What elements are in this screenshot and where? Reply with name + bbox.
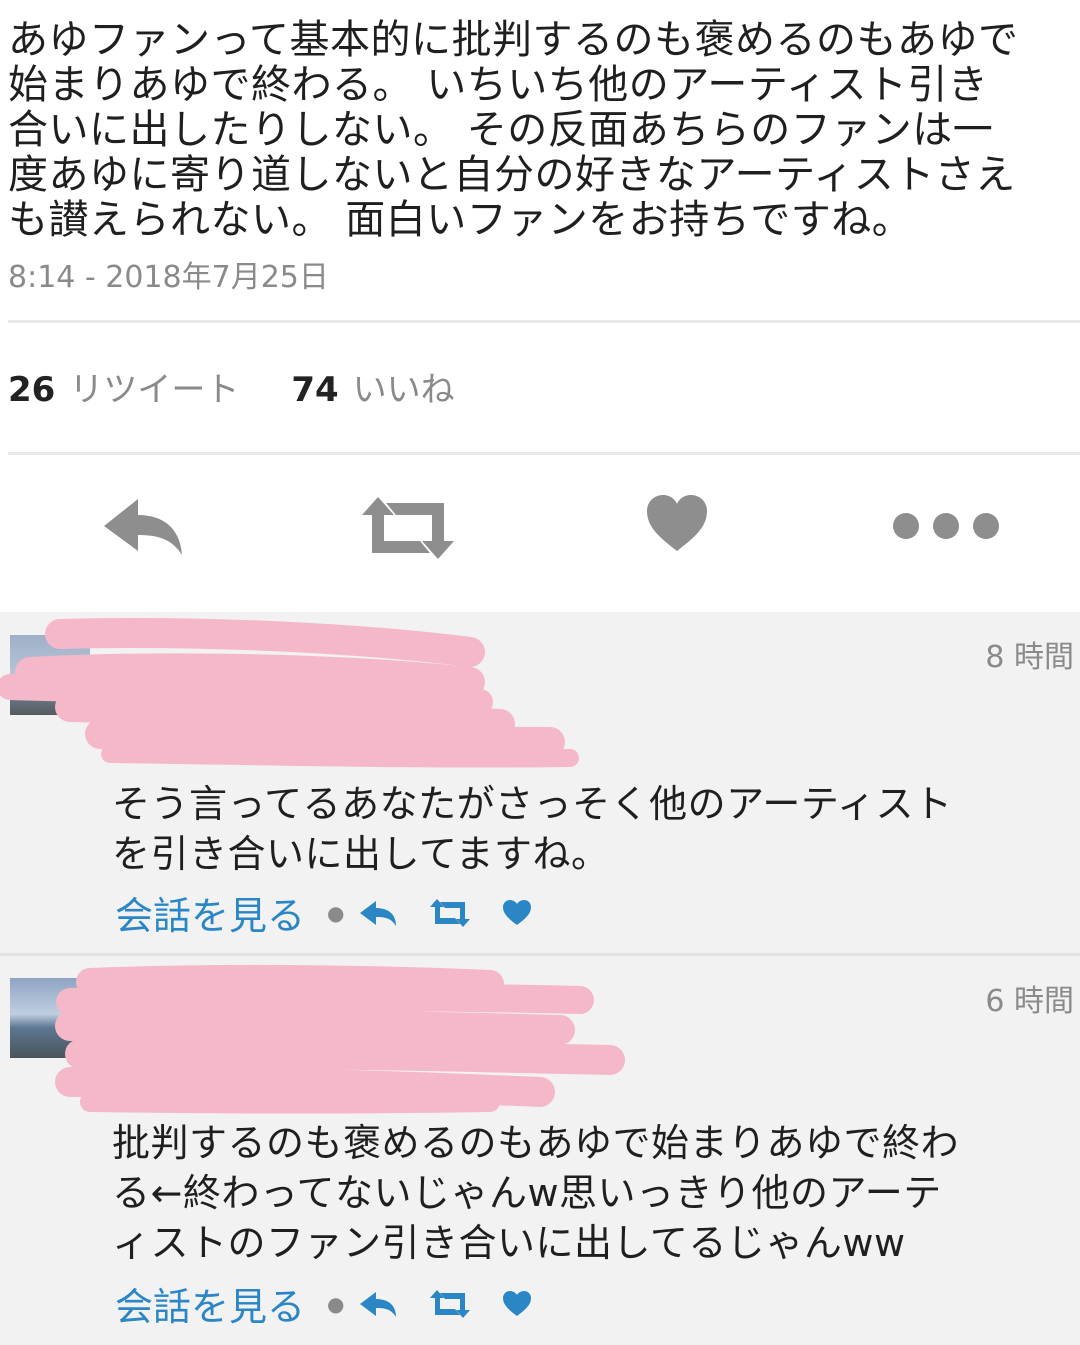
divider <box>8 320 1080 323</box>
reply-icon[interactable] <box>358 1289 398 1319</box>
view-conversation-link[interactable]: 会話を見る <box>115 1276 305 1331</box>
heart-icon[interactable] <box>502 899 532 927</box>
tweet-text: あゆファンって基本的に批判するのも褒めるのもあゆで 始まりあゆで終わる。 いちい… <box>8 17 1019 243</box>
tweet-timestamp: 8:14 - 2018年7月25日 <box>8 260 329 295</box>
retweet-count[interactable]: 26 <box>8 370 55 410</box>
redaction-overlay <box>55 964 625 1114</box>
reply-text: 批判するのも褒めるのもあゆで始まりあゆで終わ る←終わってないじゃんw思いっきり… <box>112 1121 960 1265</box>
reply-text: そう言ってるあなたがさっそく他のアーティスト を引き合いに出してますね。 <box>112 782 953 876</box>
separator-dot: ● <box>327 1291 345 1316</box>
reply-time: 8 時間 <box>985 640 1074 675</box>
retweet-icon[interactable] <box>358 493 458 567</box>
divider <box>8 452 1080 455</box>
reply-icon[interactable] <box>358 898 398 928</box>
reply-actions: 会話を見る ● <box>115 1276 562 1331</box>
tweet-stats: 26 リツイート 74 いいね <box>8 362 455 411</box>
separator-dot: ● <box>327 900 345 925</box>
view-conversation-link[interactable]: 会話を見る <box>115 885 305 940</box>
like-label[interactable]: いいね <box>353 362 455 411</box>
reply-icon[interactable] <box>100 493 184 567</box>
like-count[interactable]: 74 <box>291 370 338 410</box>
tweet-action-bar <box>0 468 1080 588</box>
heart-icon[interactable] <box>502 1290 532 1318</box>
more-icon[interactable] <box>890 508 1002 548</box>
reply-card[interactable]: 6 時間 批判するのも褒めるのもあゆで始まりあゆで終わ る←終わってないじゃんw… <box>0 956 1080 1345</box>
retweet-label[interactable]: リツイート <box>69 362 239 411</box>
retweet-icon[interactable] <box>428 897 472 929</box>
retweet-icon[interactable] <box>428 1288 472 1320</box>
reply-actions: 会話を見る ● <box>115 885 562 940</box>
redaction-overlay <box>0 617 579 768</box>
heart-icon[interactable] <box>645 493 709 559</box>
reply-card[interactable]: 8 時間 そう言ってるあなたがさっそく他のアーティスト を引き合いに出してますね… <box>0 612 1080 952</box>
reply-time: 6 時間 <box>985 984 1074 1019</box>
